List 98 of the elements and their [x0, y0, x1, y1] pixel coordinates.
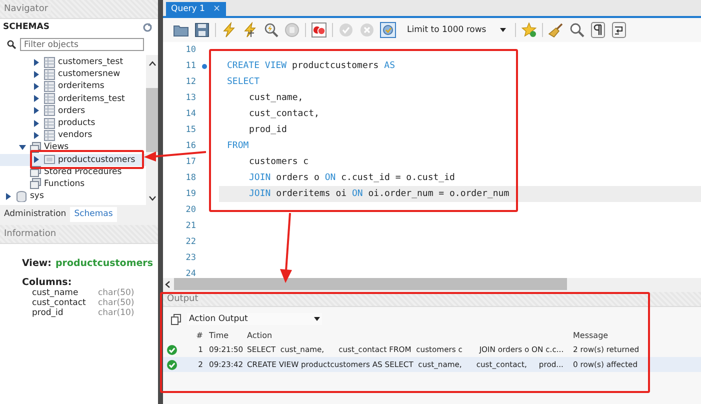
panel-tab[interactable]: Schemas	[70, 207, 117, 222]
line-number: 20	[186, 205, 196, 215]
collapse-arrow-icon[interactable]	[19, 144, 26, 151]
column-header[interactable]: Message	[573, 331, 653, 340]
refresh-icon[interactable]	[143, 22, 152, 32]
tree-item[interactable]: orders	[0, 104, 146, 117]
line-number: 15	[186, 125, 196, 135]
line-number: 11	[186, 61, 196, 71]
wrap-icon[interactable]	[611, 22, 628, 38]
scrollbar[interactable]	[146, 55, 158, 205]
table-icon	[44, 56, 55, 68]
line-number: 23	[186, 253, 196, 263]
column-name: cust_contact	[32, 298, 87, 308]
line-number: 16	[186, 141, 196, 151]
tree-item[interactable]: Functions	[0, 178, 146, 190]
folder-stack-icon	[30, 166, 41, 178]
folder-stack-icon	[30, 178, 41, 190]
column-name: prod_id	[32, 308, 64, 318]
zoom-icon[interactable]	[569, 22, 586, 38]
panel-tab[interactable]: Administration	[0, 207, 70, 222]
star-icon[interactable]	[521, 22, 538, 38]
panel-title: Output	[167, 294, 202, 304]
tree-item[interactable]: products	[0, 116, 146, 130]
paragraph-icon[interactable]	[590, 22, 606, 38]
autocommit-icon[interactable]	[380, 22, 396, 38]
arrow	[280, 213, 294, 283]
tree-item[interactable]: customers_test	[0, 56, 146, 68]
object-type-label: View:	[22, 258, 52, 269]
column-type: char(50)	[98, 298, 136, 308]
code-line[interactable]: prod_id	[249, 125, 287, 135]
code-line[interactable]: FROM	[227, 141, 249, 151]
tree-item[interactable]: orderitems	[0, 80, 146, 93]
scroll-down-icon[interactable]	[148, 196, 156, 201]
line-number: 21	[186, 221, 196, 231]
table-icon	[44, 118, 55, 129]
columns-label: Columns:	[22, 277, 73, 288]
line-number: 24	[186, 269, 196, 278]
table-icon	[44, 93, 55, 104]
line-number: 18	[186, 173, 196, 183]
output-dropdown[interactable]: Action Output	[187, 313, 322, 325]
lightning-icon[interactable]	[221, 22, 237, 38]
expand-arrow-icon[interactable]	[33, 156, 40, 164]
broom-icon[interactable]	[548, 22, 564, 38]
section-label: SCHEMAS	[3, 22, 50, 32]
column-header[interactable]: Action	[247, 331, 573, 340]
code-line[interactable]: CREATE VIEW productcustomers AS	[227, 61, 395, 71]
code-line[interactable]: cust_contact,	[249, 109, 320, 119]
line-number: 19	[186, 189, 196, 199]
expand-arrow-icon[interactable]	[5, 192, 12, 200]
object-name: productcustomers	[55, 258, 154, 269]
line-number: 12	[186, 77, 196, 87]
table-icon	[44, 80, 55, 92]
column-name: cust_name	[32, 288, 80, 298]
table-icon	[44, 68, 55, 80]
database-icon	[16, 190, 27, 202]
view-icon	[44, 154, 55, 166]
scroll-thumb[interactable]	[174, 278, 567, 290]
column-header[interactable]: #	[183, 331, 209, 340]
line-number: 13	[186, 93, 196, 103]
column-header[interactable]: Time	[209, 331, 247, 340]
tree-item[interactable]: sys	[0, 190, 146, 202]
copy-icon[interactable]	[171, 314, 181, 324]
scroll-left-icon[interactable]	[165, 280, 170, 288]
limit-dropdown[interactable]: Limit to 1000 rows	[403, 25, 510, 35]
scroll-thumb[interactable]	[146, 88, 158, 152]
panel-title: Information	[4, 229, 60, 239]
line-number: 22	[186, 237, 196, 247]
panel-title: Navigator	[4, 4, 52, 14]
folder-stack-icon	[30, 142, 41, 153]
magnifier-lightning-icon[interactable]	[263, 22, 279, 38]
filter-field[interactable]: Filter objects	[20, 38, 144, 51]
line-number: 10	[186, 45, 196, 55]
column-type: char(10)	[98, 308, 136, 318]
search-icon	[7, 40, 16, 49]
dropdown-caret-icon	[314, 317, 320, 321]
table-icon	[44, 130, 55, 141]
tree-item[interactable]: orderitems_test	[0, 92, 146, 105]
scroll-up-icon[interactable]	[148, 61, 156, 66]
tree-item[interactable]: Views	[0, 141, 146, 154]
table-icon	[44, 105, 55, 116]
column-type: char(50)	[98, 288, 136, 298]
editor-tab[interactable]: Query 1 ×	[166, 2, 226, 16]
code-line[interactable]: JOIN orders o ON c.cust_id = o.cust_id	[249, 173, 455, 183]
dropdown-caret-icon	[500, 28, 506, 32]
code-line[interactable]: JOIN orderitems oi ON oi.order_num = o.order_num	[249, 189, 510, 199]
tree-item[interactable]: customersnew	[0, 68, 146, 80]
check-icon[interactable]	[338, 22, 354, 38]
tree-item[interactable]: vendors	[0, 129, 146, 142]
code-line[interactable]: SELECT	[227, 77, 260, 87]
toggle-error-icon[interactable]	[311, 22, 327, 38]
lightning-cursor-icon[interactable]	[242, 22, 258, 38]
line-number: 17	[186, 157, 196, 167]
save-icon[interactable]	[194, 22, 210, 38]
arrow	[144, 150, 206, 162]
code-line[interactable]: cust_name,	[249, 93, 304, 103]
code-line[interactable]: customers c	[249, 157, 309, 167]
line-number: 14	[186, 109, 196, 119]
tree-item[interactable]: productcustomers	[0, 154, 146, 166]
